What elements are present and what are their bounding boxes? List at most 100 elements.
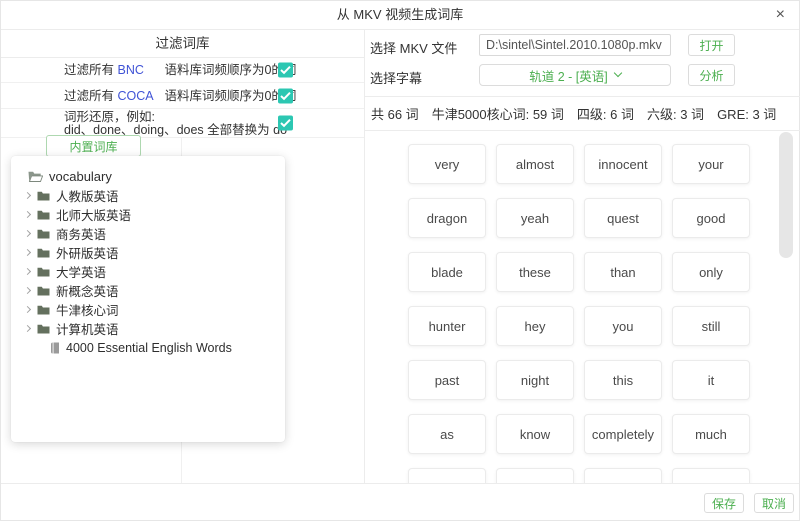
tree-root-label: vocabulary — [49, 169, 112, 184]
chevron-right-icon[interactable] — [24, 211, 31, 218]
word-grid: veryalmostinnocentyour dragonyeahquestgoo… — [365, 131, 800, 483]
word-card-partial[interactable] — [584, 468, 662, 483]
mkv-panel: 选择 MKV 文件 打开 选择字幕 轨道 2 - [英语] 分析 共 66 词牛… — [365, 30, 800, 483]
open-file-button[interactable]: 打开 — [688, 34, 735, 56]
word-stats-row: 共 66 词牛津5000核心词: 59 词四级: 6 词六级: 3 词 GRE: … — [365, 96, 800, 131]
tree-folder-item[interactable]: 北师大版英语 — [20, 205, 285, 224]
tree-folder-label: 计算机英语 — [56, 319, 119, 338]
word-card[interactable]: you — [584, 306, 662, 346]
tree-folder-item[interactable]: 商务英语 — [20, 224, 285, 243]
word-card[interactable]: hunter — [408, 306, 486, 346]
dialog-footer: 保存 取消 — [1, 483, 799, 520]
stat-segment: 共 66 词 — [371, 104, 419, 123]
open-folder-icon — [28, 171, 43, 182]
word-card[interactable]: only — [672, 252, 750, 292]
scrollbar-thumb[interactable] — [779, 132, 793, 258]
stat-segment: 六级: 3 词 — [647, 104, 704, 123]
tree-folder-item[interactable]: 计算机英语 — [20, 319, 285, 338]
filter-row-bnc: 过滤所有 BNC语料库词频顺序为0的词 — [1, 58, 364, 83]
tree-file-item[interactable]: 4000 Essential English Words — [20, 338, 285, 357]
tree-folder-label: 外研版英语 — [56, 243, 119, 262]
folder-icon — [37, 229, 50, 239]
word-card[interactable]: it — [672, 360, 750, 400]
word-card[interactable]: night — [496, 360, 574, 400]
word-card[interactable]: innocent — [584, 144, 662, 184]
dialog-title: 从 MKV 视频生成词库 — [1, 1, 799, 29]
chevron-right-icon[interactable] — [24, 306, 31, 313]
lemma-checkbox[interactable] — [278, 116, 293, 131]
word-card[interactable]: almost — [496, 144, 574, 184]
filter-panel-title: 过滤词库 — [1, 30, 364, 58]
builtin-vocabulary-button[interactable]: 内置词库 — [46, 135, 141, 157]
mkv-path-input[interactable] — [479, 34, 671, 56]
tree-root-item[interactable]: vocabulary — [20, 167, 285, 186]
close-icon[interactable]: × — [776, 1, 785, 28]
filter-text: 语料库词频顺序为0的词 — [164, 63, 296, 77]
filter-text: 过滤所有 — [64, 89, 117, 103]
subtitle-label: 选择字幕 — [370, 68, 422, 87]
tree-folder-label: 商务英语 — [56, 224, 106, 243]
cancel-button[interactable]: 取消 — [754, 493, 794, 513]
word-card[interactable]: this — [584, 360, 662, 400]
tree-folder-label: 大学英语 — [56, 262, 106, 281]
word-card[interactable]: good — [672, 198, 750, 238]
word-card[interactable]: these — [496, 252, 574, 292]
tree-folder-item[interactable]: 牛津核心词 — [20, 300, 285, 319]
mkv-file-label: 选择 MKV 文件 — [370, 38, 457, 57]
subtitle-track-value: 轨道 2 - [英语] — [529, 66, 607, 85]
tree-folder-label: 人教版英语 — [56, 186, 119, 205]
stat-segment: 四级: 6 词 — [577, 104, 634, 123]
word-card[interactable]: than — [584, 252, 662, 292]
word-card-partial[interactable] — [496, 468, 574, 483]
coca-link[interactable]: COCA — [117, 83, 164, 109]
analyze-button[interactable]: 分析 — [688, 64, 735, 86]
tree-file-label: 4000 Essential English Words — [66, 341, 232, 355]
word-card[interactable]: as — [408, 414, 486, 454]
word-card[interactable]: hey — [496, 306, 574, 346]
check-icon — [280, 91, 291, 100]
subtitle-track-select[interactable]: 轨道 2 - [英语] — [479, 64, 671, 86]
save-button[interactable]: 保存 — [704, 493, 744, 513]
filter-text: 过滤所有 — [64, 63, 117, 77]
stat-segment: 牛津5000核心词: 59 词 — [432, 104, 564, 123]
tree-folder-label: 新概念英语 — [56, 281, 119, 300]
chevron-right-icon[interactable] — [24, 192, 31, 199]
chevron-right-icon[interactable] — [24, 230, 31, 237]
chevron-right-icon[interactable] — [24, 287, 31, 294]
tree-folder-item[interactable]: 外研版英语 — [20, 243, 285, 262]
folder-icon — [37, 248, 50, 258]
filter-panel: 过滤词库 过滤所有 BNC语料库词频顺序为0的词 过滤所有 COCA语料库词频顺… — [1, 30, 365, 483]
word-card-partial[interactable] — [408, 468, 486, 483]
word-card[interactable]: completely — [584, 414, 662, 454]
folder-icon — [37, 191, 50, 201]
folder-icon — [37, 324, 50, 334]
tree-folder-label: 北师大版英语 — [56, 205, 131, 224]
chevron-right-icon[interactable] — [24, 249, 31, 256]
words-viewport: veryalmostinnocentyour dragonyeahquestgoo… — [365, 131, 800, 483]
bnc-link[interactable]: BNC — [117, 58, 164, 83]
check-icon — [280, 66, 291, 75]
word-card[interactable]: yeah — [496, 198, 574, 238]
tree-folder-label: 牛津核心词 — [56, 300, 119, 319]
word-card[interactable]: your — [672, 144, 750, 184]
coca-checkbox[interactable] — [278, 88, 293, 103]
word-card[interactable]: past — [408, 360, 486, 400]
word-card[interactable]: blade — [408, 252, 486, 292]
tree-folder-item[interactable]: 大学英语 — [20, 262, 285, 281]
word-card[interactable]: know — [496, 414, 574, 454]
tree-folder-item[interactable]: 人教版英语 — [20, 186, 285, 205]
dialog-titlebar: 从 MKV 视频生成词库 × — [1, 1, 799, 30]
chevron-down-icon — [613, 69, 621, 77]
bnc-checkbox[interactable] — [278, 63, 293, 78]
chevron-right-icon[interactable] — [24, 325, 31, 332]
word-card[interactable]: quest — [584, 198, 662, 238]
word-card[interactable]: still — [672, 306, 750, 346]
word-card[interactable]: very — [408, 144, 486, 184]
chevron-right-icon[interactable] — [24, 268, 31, 275]
folder-icon — [37, 286, 50, 296]
word-card[interactable]: dragon — [408, 198, 486, 238]
stat-segment: GRE: 3 词 — [717, 104, 776, 123]
tree-folder-item[interactable]: 新概念英语 — [20, 281, 285, 300]
word-card[interactable]: much — [672, 414, 750, 454]
word-card-partial[interactable] — [672, 468, 750, 483]
